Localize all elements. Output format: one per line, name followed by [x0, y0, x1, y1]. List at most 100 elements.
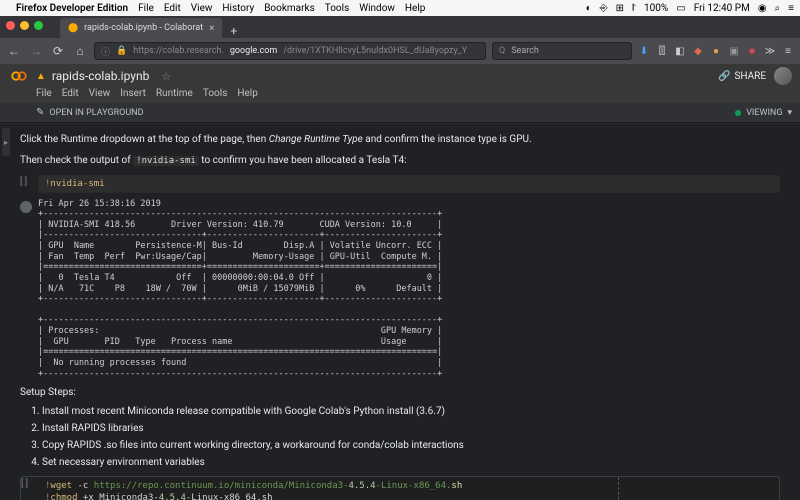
window-controls	[6, 21, 43, 30]
colab-menu-runtime[interactable]: Runtime	[156, 88, 193, 99]
clock[interactable]: Fri 12:40 PM	[694, 3, 750, 14]
home-button[interactable]: ⌂	[72, 44, 88, 58]
text-cell: Then check the output of !nvidia-smi to …	[20, 153, 780, 169]
menu-history[interactable]: History	[222, 3, 254, 14]
url-domain: google.com	[230, 46, 277, 56]
address-bar[interactable]: ⓘ 🔒 https://colab.research.google.com/dr…	[94, 42, 486, 60]
tab-title: rapids-colab.ipynb - Colaborat	[84, 23, 203, 33]
url-prefix: https://colab.research.	[133, 46, 224, 56]
setup-steps-list: Install most recent Miniconda release co…	[42, 404, 780, 470]
chevron-down-icon: ▾	[787, 108, 792, 118]
colab-menu-insert[interactable]: Insert	[120, 88, 146, 99]
inline-code: !nvidia-smi	[133, 156, 199, 166]
ruler-line	[618, 477, 619, 500]
colab-menu-view[interactable]: View	[89, 88, 111, 99]
menubar-extra-icon[interactable]: ⎆	[600, 3, 608, 14]
code-cell[interactable]: [ ] !wget -c https://repo.continuum.io/m…	[20, 476, 780, 500]
text: Then check the output of	[20, 155, 133, 166]
notebook-area[interactable]: ▸ Click the Runtime dropdown at the top …	[0, 124, 800, 500]
browser-chrome: ⬤ rapids-colab.ipynb - Colaborat × + ← →…	[0, 16, 800, 64]
extension-icon[interactable]: ▣	[728, 45, 740, 57]
playground-label: OPEN IN PLAYGROUND	[49, 108, 143, 118]
open-in-playground-button[interactable]: ✎ OPEN IN PLAYGROUND	[36, 107, 144, 118]
menubar-extra-icon[interactable]: ⊞	[616, 3, 624, 14]
browser-tab[interactable]: ⬤ rapids-colab.ipynb - Colaborat ×	[60, 18, 222, 38]
sidebar-icon[interactable]: ◧	[674, 45, 686, 57]
search-bar[interactable]: Q Search	[492, 42, 632, 60]
menubar-extra-icon[interactable]: ◐	[586, 3, 592, 14]
site-info-icon[interactable]: ⓘ	[101, 45, 110, 58]
downloads-icon[interactable]: ⬇	[638, 45, 650, 57]
colab-header: ▲ rapids-colab.ipynb ☆ 🔗 SHARE File Edit…	[0, 64, 800, 124]
setup-header: Setup Steps:	[20, 385, 780, 400]
executor-avatar-icon	[20, 201, 32, 213]
lock-icon: 🔒	[116, 46, 127, 56]
hamburger-menu-icon[interactable]: ≡	[782, 45, 794, 57]
extension-icon[interactable]: ■	[746, 45, 758, 57]
text-cell: Setup Steps: Install most recent Minicon…	[20, 385, 780, 470]
list-item: Install RAPIDS libraries	[42, 421, 780, 436]
new-tab-button[interactable]: +	[222, 24, 245, 38]
share-icon: 🔗	[718, 71, 730, 82]
reload-button[interactable]: ⟳	[50, 44, 66, 58]
viewing-mode-indicator[interactable]: VIEWING ▾	[735, 108, 792, 118]
share-label: SHARE	[734, 71, 766, 82]
viewing-label: VIEWING	[746, 108, 782, 118]
code-cell[interactable]: [ ] !nvidia-smi	[20, 175, 780, 193]
search-placeholder: Search	[511, 46, 539, 56]
colab-logo-icon[interactable]	[8, 65, 30, 87]
run-button[interactable]: [ ]	[20, 175, 38, 193]
menu-edit[interactable]: Edit	[164, 3, 181, 14]
text-cell: Click the Runtime dropdown at the top of…	[20, 132, 780, 147]
playground-icon: ✎	[36, 107, 44, 118]
colab-menu-file[interactable]: File	[36, 88, 52, 99]
notifications-icon[interactable]: ≡	[788, 3, 794, 14]
minimize-window-button[interactable]	[20, 21, 29, 30]
siri-icon[interactable]: ◉	[758, 3, 767, 14]
colab-menu-tools[interactable]: Tools	[203, 88, 227, 99]
tab-favicon: ⬤	[68, 23, 78, 33]
sidebar-expand-handle[interactable]: ▸	[2, 128, 10, 156]
run-button[interactable]: [ ]	[21, 477, 39, 500]
menu-app[interactable]: Firefox Developer Edition	[16, 3, 128, 14]
menu-help[interactable]: Help	[405, 3, 425, 14]
menu-window[interactable]: Window	[359, 3, 395, 14]
close-window-button[interactable]	[6, 21, 15, 30]
extension-icon[interactable]: ◆	[692, 45, 704, 57]
colab-menu-edit[interactable]: Edit	[62, 88, 79, 99]
extension-icons: ⬇ ⫿⫿ ◧ ◆ ● ▣ ■ ≫ ≡	[638, 45, 794, 57]
code-editor[interactable]: !wget -c https://repo.continuum.io/minic…	[39, 477, 779, 500]
nav-toolbar: ← → ⟳ ⌂ ⓘ 🔒 https://colab.research. googl…	[0, 38, 800, 64]
battery-icon[interactable]: ▭	[676, 3, 685, 14]
battery-percent: 100%	[644, 3, 668, 14]
menu-bookmarks[interactable]: Bookmarks	[264, 3, 315, 14]
code-token: nvidia-smi	[50, 179, 104, 189]
star-button[interactable]: ☆	[161, 70, 171, 83]
drive-icon: ▲	[36, 71, 46, 82]
code-editor[interactable]: !nvidia-smi	[38, 175, 780, 193]
overflow-menu-icon[interactable]: ≫	[764, 45, 776, 57]
back-button[interactable]: ←	[6, 44, 22, 58]
text: Click the Runtime dropdown at the top of…	[20, 134, 269, 145]
menu-tools[interactable]: Tools	[325, 3, 349, 14]
list-item: Copy RAPIDS .so files into current worki…	[42, 438, 780, 453]
extension-icon[interactable]: ●	[710, 45, 722, 57]
document-title[interactable]: rapids-colab.ipynb	[52, 69, 149, 83]
text: to confirm you have been allocated a Tes…	[199, 155, 407, 166]
forward-button[interactable]: →	[28, 44, 44, 58]
share-button[interactable]: 🔗 SHARE	[718, 71, 766, 82]
close-tab-button[interactable]: ×	[209, 23, 214, 34]
colab-menu-help[interactable]: Help	[237, 88, 257, 99]
menu-view[interactable]: View	[191, 3, 213, 14]
search-engine-icon: Q	[499, 46, 505, 56]
status-dot-icon	[735, 110, 741, 116]
library-icon[interactable]: ⫿⫿	[656, 45, 668, 57]
text-em: Change Runtime Type	[269, 134, 363, 145]
menu-file[interactable]: File	[138, 3, 154, 14]
output-text[interactable]: Fri Apr 26 15:38:16 2019 +--------------…	[38, 199, 780, 380]
wifi-icon[interactable]: ⨡	[632, 3, 636, 14]
tab-bar: ⬤ rapids-colab.ipynb - Colaborat × +	[0, 16, 800, 38]
account-avatar[interactable]	[774, 67, 792, 85]
spotlight-icon[interactable]: ⌕	[775, 3, 781, 14]
maximize-window-button[interactable]	[34, 21, 43, 30]
